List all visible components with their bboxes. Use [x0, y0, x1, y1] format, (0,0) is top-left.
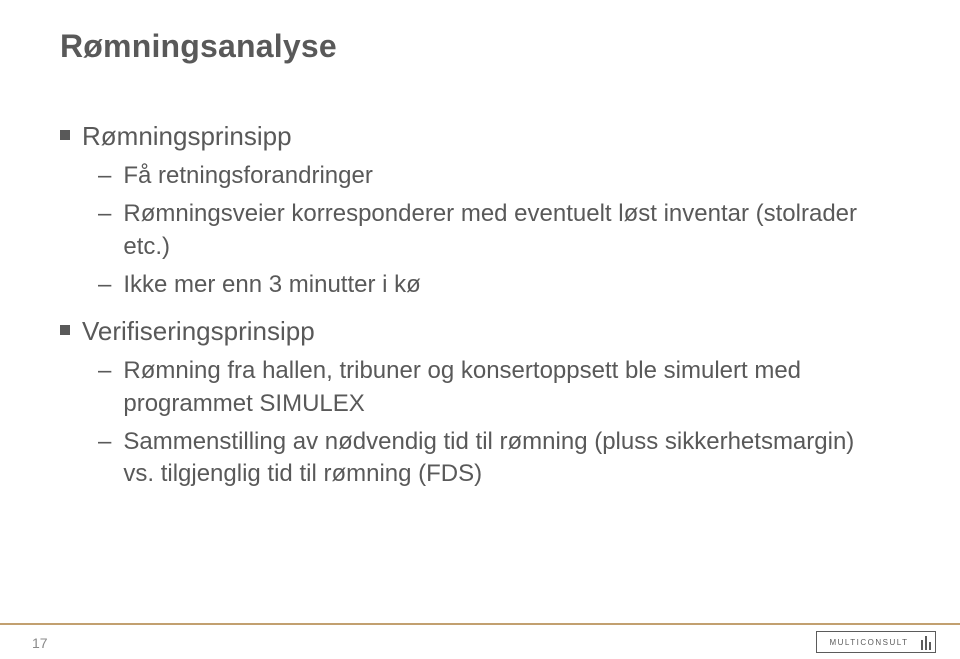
heading-text: Verifiseringsprinsipp: [82, 315, 315, 349]
list-item: – Sammenstilling av nødvendig tid til rø…: [98, 426, 880, 491]
slide-footer: 17 MULTICONSULT: [0, 613, 960, 659]
list-item-text: Rømning fra hallen, tribuner og konserto…: [123, 355, 863, 420]
list-item-text: Sammenstilling av nødvendig tid til rømn…: [123, 426, 863, 491]
list-item-text: Få retningsforandringer: [123, 160, 372, 192]
list-item: – Få retningsforandringer: [98, 160, 880, 192]
logo-bars-icon: [921, 634, 935, 650]
list-item: – Rømning fra hallen, tribuner og konser…: [98, 355, 880, 420]
content-area: Rømningsprinsipp – Få retningsforandring…: [60, 110, 880, 491]
footer-divider: [0, 623, 960, 625]
logo-box: MULTICONSULT: [816, 631, 936, 653]
list-item: – Rømningsveier korresponderer med event…: [98, 198, 880, 263]
list-item: – Ikke mer enn 3 minutter i kø: [98, 269, 880, 301]
square-bullet-icon: [60, 130, 70, 140]
slide: Rømningsanalyse Rømningsprinsipp – Få re…: [0, 0, 960, 659]
list-item-text: Rømningsveier korresponderer med eventue…: [123, 198, 863, 263]
heading-text: Rømningsprinsipp: [82, 120, 292, 154]
square-bullet-icon: [60, 325, 70, 335]
dash-bullet-icon: –: [98, 160, 111, 192]
dash-bullet-icon: –: [98, 426, 111, 458]
dash-bullet-icon: –: [98, 269, 111, 301]
page-number: 17: [32, 635, 48, 651]
list-item-text: Ikke mer enn 3 minutter i kø: [123, 269, 420, 301]
logo-text: MULTICONSULT: [817, 638, 921, 647]
multiconsult-logo: MULTICONSULT: [816, 631, 936, 655]
dash-bullet-icon: –: [98, 355, 111, 387]
section-heading-verifiseringsprinsipp: Verifiseringsprinsipp: [60, 315, 880, 349]
page-title: Rømningsanalyse: [60, 28, 337, 65]
section-heading-romningsprinsipp: Rømningsprinsipp: [60, 120, 880, 154]
dash-bullet-icon: –: [98, 198, 111, 230]
